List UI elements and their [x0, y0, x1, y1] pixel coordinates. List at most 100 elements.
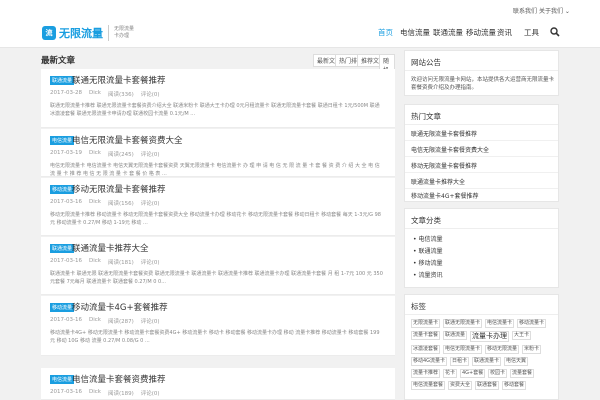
post-title[interactable]: 联通无限流量卡套餐推荐 [72, 74, 166, 86]
post-author[interactable]: Dick [89, 258, 101, 266]
post-comments[interactable]: 评论(0) [141, 199, 160, 207]
post-meta: 2017-03-16 Dick 阅读(189) 评论(0) [50, 389, 167, 397]
post-title[interactable]: 电信无限流量卡套餐资费大全 [72, 134, 183, 146]
topbar-link-contact[interactable]: 联系我们 [513, 6, 537, 15]
post-item[interactable]: 联通流量 联通流量卡推荐大全 2017-03-16 Dick 阅读(181) 评… [41, 237, 395, 295]
post-comments[interactable]: 评论(0) [141, 317, 160, 325]
tag-link[interactable]: 资费大全 [448, 381, 473, 390]
post-date: 2017-03-16 [50, 258, 82, 264]
category-link[interactable]: • 移动流量 [413, 258, 442, 267]
hot-post-label: 移动无限流量卡套餐推荐 [411, 163, 478, 170]
category-label: 联通流量 [418, 248, 443, 255]
tag-link[interactable]: 联通套餐 [475, 381, 500, 390]
tag-link[interactable]: 电信无限流量卡 [443, 345, 483, 354]
tag-link[interactable]: 流量卡办理 [470, 331, 509, 342]
tags-title: 标签 [411, 302, 426, 311]
search-icon[interactable] [550, 27, 560, 37]
tag-link[interactable]: 花卡 [443, 369, 458, 378]
nav-tools[interactable]: 工具 [524, 27, 539, 38]
tag-link[interactable]: 校园卡 [488, 369, 508, 378]
top-bar: 联系我们 关于我们 ⌄ [0, 0, 600, 18]
main-title: 最新文章 [41, 56, 76, 66]
tag-link[interactable]: 流量卡套餐 [411, 331, 441, 340]
tag-link[interactable]: 电信流量卡 [485, 319, 515, 328]
hot-post-label: 联通无限流量卡套餐推荐 [411, 131, 478, 138]
post-author[interactable]: Dick [89, 90, 101, 98]
post-author[interactable]: Dick [89, 389, 101, 397]
post-item[interactable]: 联通流量 联通无限流量卡套餐推荐 2017-03-28 Dick 阅读(336)… [41, 69, 395, 128]
tag-link[interactable]: 电信流量套餐 [411, 381, 446, 390]
post-comments[interactable]: 评论(0) [141, 150, 160, 158]
tag-link[interactable]: 大王卡 [512, 331, 532, 340]
nav-home[interactable]: 首页 [378, 27, 393, 38]
tag-link[interactable]: 移动套餐 [502, 381, 527, 390]
post-excerpt: 移动无限流量卡推荐 移动流量卡 移动无限流量卡套餐资费大全 移动流量卡办理 移动… [50, 212, 381, 226]
post-category[interactable]: 联通流量 [50, 76, 75, 85]
hot-title: 热门文章 [411, 112, 441, 121]
post-category[interactable]: 移动流量 [50, 303, 75, 312]
nav-news[interactable]: 资讯 [497, 27, 512, 38]
hot-post-item[interactable]: 联通无限流量卡套餐推荐 [405, 125, 558, 141]
site-header: 流 无限流量 无限流量 卡办理 首页 电信流量 联通流量 移动流量 资讯 工具 [0, 18, 600, 48]
post-author[interactable]: Dick [89, 150, 101, 158]
post-title[interactable]: 电信流量卡套餐资费推荐 [72, 373, 166, 385]
site-logo[interactable]: 流 无限流量 无限流量 卡办理 [42, 23, 138, 43]
notice-text: 欢迎访问无限流量卡网站，本站提供各大运营商无限流量卡套餐资费介绍及办理指南。 [411, 77, 555, 91]
tag-link[interactable]: 流量套餐 [510, 369, 535, 378]
post-excerpt: 移动流量卡4G+ 移动无限流量卡 移动流量卡套餐资费4G+ 移动流量卡 移动卡 … [50, 330, 380, 344]
post-title[interactable]: 移动无限流量卡套餐推荐 [72, 183, 166, 195]
post-comments[interactable]: 评论(0) [141, 389, 160, 397]
tag-link[interactable]: 电信天翼 [504, 357, 529, 366]
hot-post-item[interactable]: 移动无限流量卡套餐推荐 [405, 157, 558, 173]
post-date: 2017-03-16 [50, 317, 82, 323]
nav-unicom[interactable]: 联通流量 [433, 27, 463, 38]
tag-link[interactable]: 移动无限流量 [485, 345, 520, 354]
tag-link[interactable]: 4G+套餐 [460, 369, 486, 378]
post-item[interactable]: 移动流量 移动无限流量卡套餐推荐 2017-03-16 Dick 阅读(156)… [41, 178, 395, 236]
sidebar-categories: 文章分类 • 电信流量 • 联通流量 • 移动流量 • 流量资讯 [404, 208, 559, 288]
post-item[interactable]: 电信流量 电信流量卡套餐资费推荐 2017-03-16 Dick 阅读(189)… [41, 368, 395, 400]
post-meta: 2017-03-19 Dick 阅读(245) 评论(0) [50, 150, 167, 158]
post-date: 2017-03-16 [50, 199, 82, 205]
tag-link[interactable]: 米粉卡 [522, 345, 542, 354]
post-meta: 2017-03-28 Dick 阅读(336) 评论(0) [50, 90, 167, 98]
post-views: 阅读(245) [107, 152, 134, 158]
tag-link[interactable]: 移动流量卡 [517, 319, 547, 328]
post-category[interactable]: 电信流量 [50, 375, 75, 384]
post-title[interactable]: 移动流量卡4G+套餐推荐 [72, 301, 168, 313]
sidebar-notice: 网站公告 欢迎访问无限流量卡网站，本站提供各大运营商无限流量卡套餐资费介绍及办理… [404, 50, 559, 96]
nav-telecom[interactable]: 电信流量 [400, 27, 430, 38]
categories-title: 文章分类 [411, 216, 441, 225]
topbar-link-about[interactable]: 关于我们 ⌄ [539, 6, 570, 15]
post-category[interactable]: 联通流量 [50, 244, 75, 253]
post-comments[interactable]: 评论(0) [141, 90, 160, 98]
post-meta: 2017-03-16 Dick 阅读(156) 评论(0) [50, 199, 167, 207]
tag-link[interactable]: 联通流量卡 [472, 357, 502, 366]
post-comments[interactable]: 评论(0) [141, 258, 160, 266]
hot-post-item[interactable]: 电信无限流量卡套餐资费大全 [405, 141, 558, 157]
tag-link[interactable]: 无限流量卡 [411, 319, 441, 328]
tag-link[interactable]: 日租卡 [450, 357, 470, 366]
nav-mobile[interactable]: 移动流量 [466, 27, 496, 38]
category-link[interactable]: • 电信流量 [413, 234, 442, 243]
category-link[interactable]: • 联通流量 [413, 246, 442, 255]
post-category[interactable]: 电信流量 [50, 136, 75, 145]
tag-link[interactable]: 冰激凌套餐 [411, 345, 441, 354]
post-date: 2017-03-19 [50, 150, 82, 156]
post-item[interactable]: 电信流量 电信无限流量卡套餐资费大全 2017-03-19 Dick 阅读(24… [41, 129, 395, 177]
post-views: 阅读(156) [107, 201, 134, 207]
category-label: 移动流量 [418, 260, 443, 267]
hot-post-item[interactable]: 移动流量卡4G+套餐推荐 [405, 187, 558, 203]
category-link[interactable]: • 流量资讯 [413, 270, 442, 279]
post-title[interactable]: 联通流量卡推荐大全 [72, 242, 149, 254]
tag-link[interactable]: 流量卡推荐 [411, 369, 441, 378]
post-category[interactable]: 移动流量 [50, 185, 75, 194]
hot-post-label: 电信无限流量卡套餐资费大全 [411, 147, 490, 154]
post-item[interactable]: 移动流量 移动流量卡4G+套餐推荐 2017-03-16 Dick 阅读(287… [41, 296, 395, 356]
tag-link[interactable]: 联通流量 [443, 331, 468, 340]
tag-link[interactable]: 移动4G流量卡 [411, 357, 448, 366]
post-author[interactable]: Dick [89, 317, 101, 325]
tag-link[interactable]: 联通无限流量卡 [443, 319, 483, 328]
post-author[interactable]: Dick [89, 199, 101, 207]
divider [405, 70, 558, 71]
